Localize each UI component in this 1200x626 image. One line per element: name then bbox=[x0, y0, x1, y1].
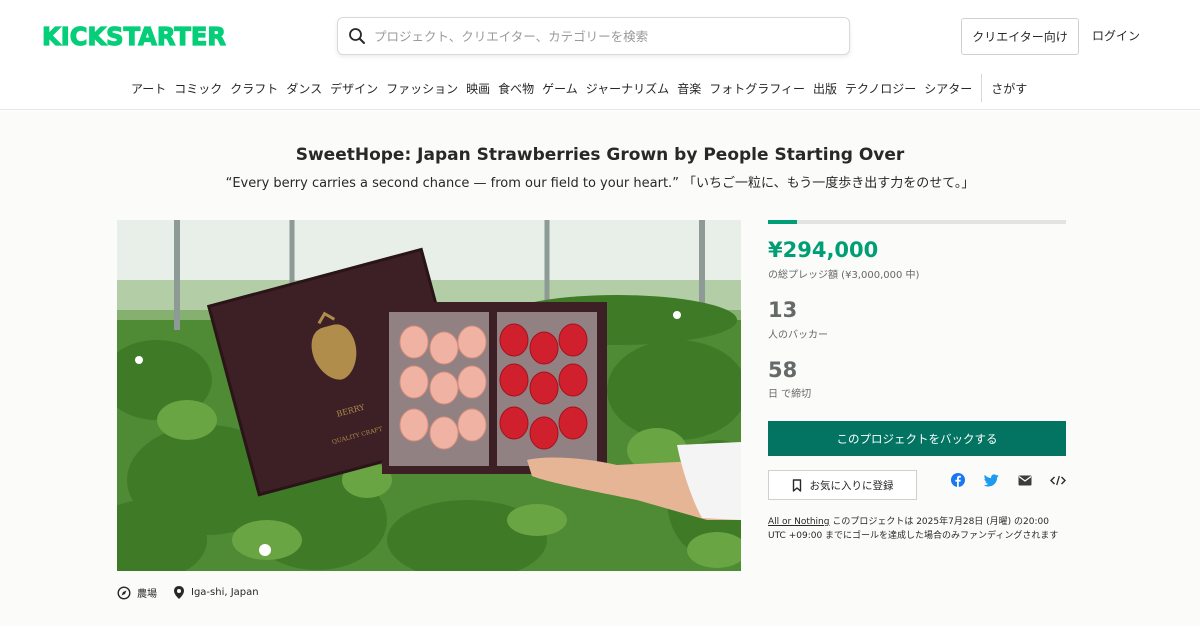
category-theater[interactable]: シアター bbox=[920, 80, 976, 97]
days-left: 58 bbox=[768, 358, 798, 382]
share-embed[interactable] bbox=[1049, 471, 1067, 489]
location-label: Iga-shi, Japan bbox=[191, 587, 259, 598]
pledged-label: の総プレッジ額 (¥3,000,000 中) bbox=[768, 270, 920, 281]
category-crafts[interactable]: クラフト bbox=[226, 80, 282, 97]
category-publishing[interactable]: 出版 bbox=[809, 80, 841, 97]
remind-me-button[interactable]: お気に入りに登録 bbox=[768, 470, 917, 500]
category-journalism[interactable]: ジャーナリズム bbox=[582, 80, 673, 97]
backers-count: 13 bbox=[768, 298, 798, 322]
login-link[interactable]: ログイン bbox=[1092, 27, 1140, 44]
share-twitter[interactable] bbox=[982, 471, 1000, 489]
compass-icon bbox=[117, 585, 131, 600]
project-photo[interactable]: BERRY QUALITY CRAFT bbox=[117, 220, 741, 571]
svg-text:KICKSTARTER: KICKSTARTER bbox=[42, 22, 226, 50]
category-photography[interactable]: フォトグラフィー bbox=[705, 80, 809, 97]
category-music[interactable]: 音楽 bbox=[673, 80, 705, 97]
backers-label: 人のバッカー bbox=[768, 330, 828, 341]
search-box[interactable] bbox=[337, 17, 850, 55]
explore-link[interactable]: さがす bbox=[987, 80, 1031, 97]
category-food[interactable]: 食べ物 bbox=[494, 80, 538, 97]
location-pin-icon bbox=[174, 586, 184, 599]
category-technology[interactable]: テクノロジー bbox=[841, 80, 920, 97]
bookmark-icon bbox=[792, 478, 801, 492]
category-art[interactable]: アート bbox=[127, 80, 170, 97]
search-icon bbox=[349, 28, 365, 44]
category-comics[interactable]: コミック bbox=[170, 80, 226, 97]
embed-icon bbox=[1050, 475, 1066, 485]
share-email[interactable] bbox=[1016, 471, 1034, 489]
creator-button[interactable]: クリエイター向け bbox=[961, 18, 1079, 55]
project-category[interactable]: 農場 bbox=[117, 585, 157, 600]
site-header: KICKSTARTER クリエイター向け ログイン アート コミック クラフト … bbox=[0, 0, 1200, 110]
project-title: SweetHope: Japan Strawberries Grown by P… bbox=[295, 145, 905, 165]
all-or-nothing-link[interactable]: All or Nothing bbox=[768, 517, 829, 527]
pledged-amount: ¥294,000 bbox=[768, 238, 879, 262]
facebook-icon bbox=[951, 473, 965, 487]
nav-divider bbox=[981, 74, 983, 102]
project-meta: 農場 Iga-shi, Japan bbox=[117, 585, 275, 600]
category-games[interactable]: ゲーム bbox=[538, 80, 582, 97]
category-fashion[interactable]: ファッション bbox=[382, 80, 462, 97]
category-design[interactable]: デザイン bbox=[326, 80, 382, 97]
category-nav: アート コミック クラフト ダンス デザイン ファッション 映画 食べ物 ゲーム… bbox=[127, 74, 1031, 102]
project-page: SweetHope: Japan Strawberries Grown by P… bbox=[0, 111, 1200, 626]
funding-terms: All or Nothing このプロジェクトは 2025年7月28日 (月曜)… bbox=[768, 515, 1068, 543]
search-input[interactable] bbox=[374, 18, 834, 54]
funding-progress-bar bbox=[768, 220, 1066, 224]
category-film[interactable]: 映画 bbox=[462, 80, 494, 97]
project-location[interactable]: Iga-shi, Japan bbox=[173, 585, 259, 600]
email-icon bbox=[1018, 475, 1032, 485]
back-project-button[interactable]: このプロジェクトをバックする bbox=[768, 421, 1066, 456]
category-dance[interactable]: ダンス bbox=[282, 80, 326, 97]
kickstarter-logo[interactable]: KICKSTARTER bbox=[42, 22, 226, 50]
strawberry-box-photo: BERRY QUALITY CRAFT bbox=[117, 220, 741, 571]
funding-progress-fill bbox=[768, 220, 798, 224]
share-facebook[interactable] bbox=[949, 471, 967, 489]
remind-me-label: お気に入りに登録 bbox=[809, 479, 894, 492]
category-label: 農場 bbox=[137, 589, 157, 600]
project-subtitle: “Every berry carries a second chance — f… bbox=[225, 176, 975, 191]
days-left-label: 日 で締切 bbox=[768, 389, 812, 400]
twitter-icon bbox=[983, 473, 999, 486]
